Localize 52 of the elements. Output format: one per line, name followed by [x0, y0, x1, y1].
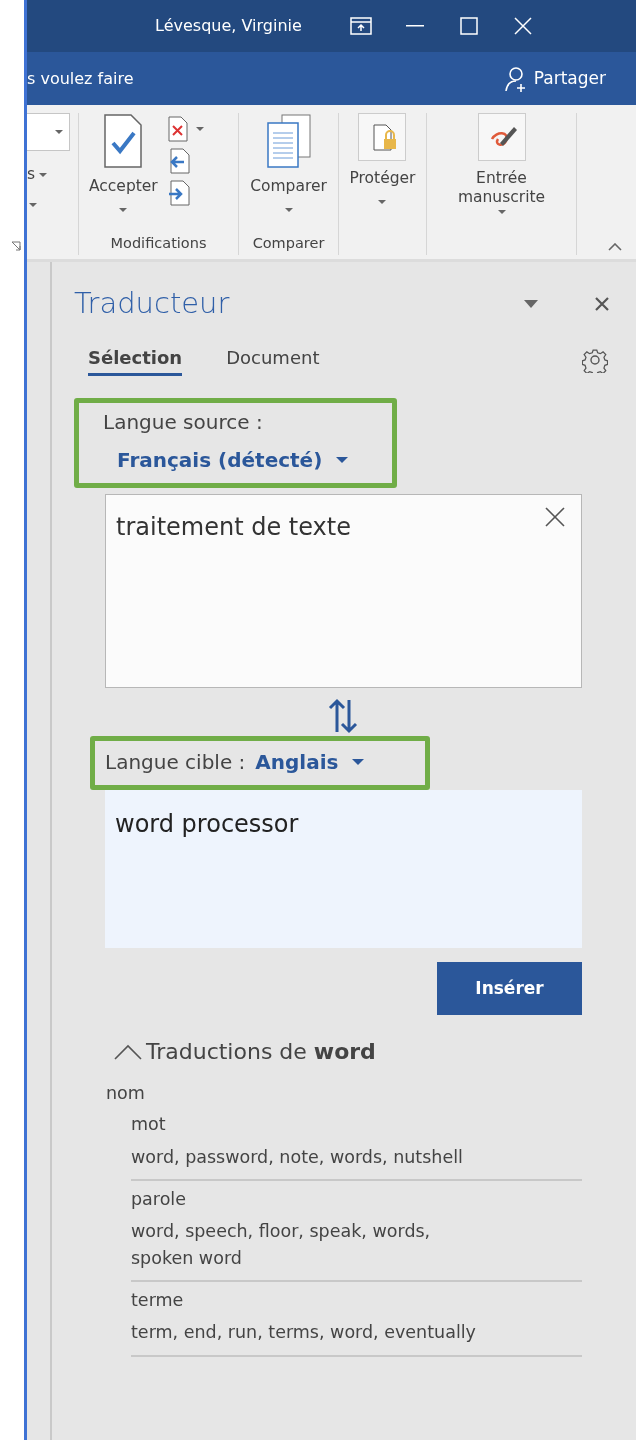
translations-toggle[interactable]: Traductions de word	[114, 1035, 376, 1068]
tell-me-text[interactable]: s voulez faire	[27, 66, 134, 91]
language-dropdown[interactable]: Anglais	[255, 747, 365, 777]
synonym-list: word, password, note, words, nutshell	[131, 1143, 481, 1171]
settings-icon[interactable]	[582, 347, 608, 373]
pane-title: Traducteur	[74, 285, 231, 323]
small-ribbon-button[interactable]	[167, 113, 204, 145]
translation-text: word processor	[105, 790, 582, 948]
person-add-icon	[503, 65, 528, 92]
ribbon-button[interactable]: s	[27, 165, 78, 185]
maximize-icon	[459, 17, 478, 35]
pane-options-icon[interactable]	[524, 300, 538, 308]
insert-button[interactable]: Insérer	[437, 962, 582, 1015]
tab[interactable]: Document	[226, 344, 320, 376]
pen-scribble-icon	[477, 113, 526, 161]
close-icon	[513, 17, 532, 35]
share-button[interactable]: Partager	[503, 65, 606, 92]
translation-term: terme	[131, 1289, 185, 1313]
translation-term: parole	[131, 1187, 187, 1211]
caret-icon	[29, 202, 37, 207]
ribbon-button[interactable]: Comparer	[246, 113, 331, 233]
ribbon-display-icon	[349, 17, 372, 35]
close-icon[interactable]	[594, 296, 610, 312]
caret-icon	[55, 130, 63, 134]
ribbon-button[interactable]: Accepter	[85, 113, 162, 233]
document-x-icon	[167, 116, 188, 142]
ribbon-button[interactable]: Protéger	[345, 113, 420, 233]
document-arrow-right-icon	[167, 180, 190, 206]
group-label: Modifications	[110, 235, 207, 251]
chevron-up-icon	[114, 1043, 142, 1060]
ribbon-button[interactable]: Entrée manuscrite	[433, 113, 570, 233]
document-arrow-left-icon	[167, 148, 190, 174]
source-text-field[interactable]: traitement de texte	[105, 494, 582, 688]
caret-icon	[39, 172, 48, 177]
document-lock-icon	[358, 113, 407, 161]
field-label: Langue source :	[103, 409, 264, 436]
clear-icon[interactable]	[545, 507, 565, 527]
tab[interactable]: Sélection	[88, 344, 183, 376]
translation-term: mot	[131, 1113, 167, 1137]
synonym-list: word, speech, floor, speak, words, spoken word	[131, 1217, 481, 1273]
part-of-speech: nom	[106, 1082, 146, 1105]
minimize-icon	[405, 25, 424, 27]
synonym-list: term, end, run, terms, word, eventually	[131, 1319, 481, 1347]
window-title: Lévesque, Virginie	[155, 15, 302, 37]
collapse-ribbon-icon[interactable]	[608, 243, 622, 251]
language-dropdown[interactable]: Français (détecté)	[117, 445, 349, 475]
documents-icon	[265, 113, 312, 169]
field-label: Langue cible :	[105, 749, 246, 776]
group-label: Comparer	[252, 235, 325, 251]
document-check-icon	[103, 113, 144, 169]
swap-arrows-icon[interactable]	[328, 698, 358, 734]
dialog-launcher-icon[interactable]	[11, 241, 21, 251]
